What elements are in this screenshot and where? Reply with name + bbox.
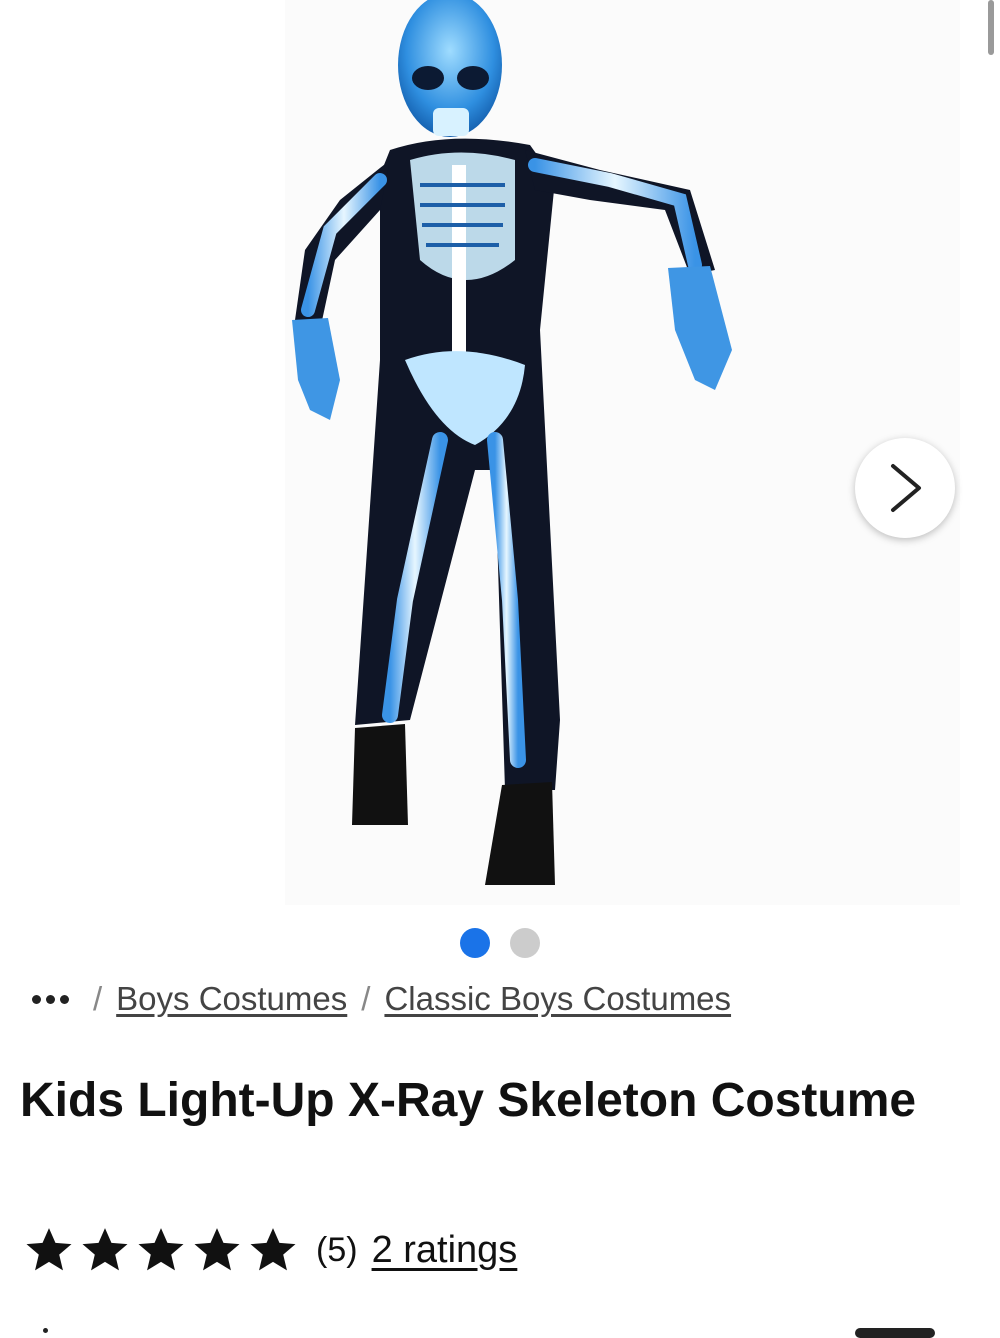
breadcrumb: / Boys Costumes / Classic Boys Costumes bbox=[32, 980, 731, 1018]
gallery-pagination bbox=[0, 928, 1000, 958]
gallery-dot[interactable] bbox=[510, 928, 540, 958]
star-icon bbox=[26, 1228, 72, 1271]
ratings-link[interactable]: 2 ratings bbox=[372, 1229, 518, 1272]
partial-button[interactable] bbox=[855, 1328, 935, 1338]
rating-count: (5) bbox=[316, 1230, 358, 1269]
ellipsis-icon[interactable] bbox=[32, 994, 69, 1004]
star-icon bbox=[194, 1228, 240, 1271]
product-image[interactable] bbox=[270, 0, 750, 905]
partial-content bbox=[43, 1328, 48, 1333]
star-icon bbox=[82, 1228, 128, 1271]
breadcrumb-link-classic-boys-costumes[interactable]: Classic Boys Costumes bbox=[384, 980, 731, 1018]
star-rating bbox=[24, 1225, 298, 1275]
gallery-dot-active[interactable] bbox=[460, 928, 490, 958]
breadcrumb-separator: / bbox=[361, 980, 371, 1017]
star-icon bbox=[138, 1228, 184, 1271]
breadcrumb-link-boys-costumes[interactable]: Boys Costumes bbox=[116, 980, 347, 1018]
next-image-button[interactable] bbox=[855, 438, 955, 538]
chevron-right-icon bbox=[891, 464, 921, 512]
breadcrumb-separator: / bbox=[93, 980, 103, 1017]
rating-summary: (5) 2 ratings bbox=[24, 1225, 517, 1275]
star-icon bbox=[250, 1228, 296, 1271]
product-title: Kids Light-Up X-Ray Skeleton Costume bbox=[20, 1074, 917, 1127]
product-image-gallery[interactable] bbox=[0, 0, 1000, 915]
